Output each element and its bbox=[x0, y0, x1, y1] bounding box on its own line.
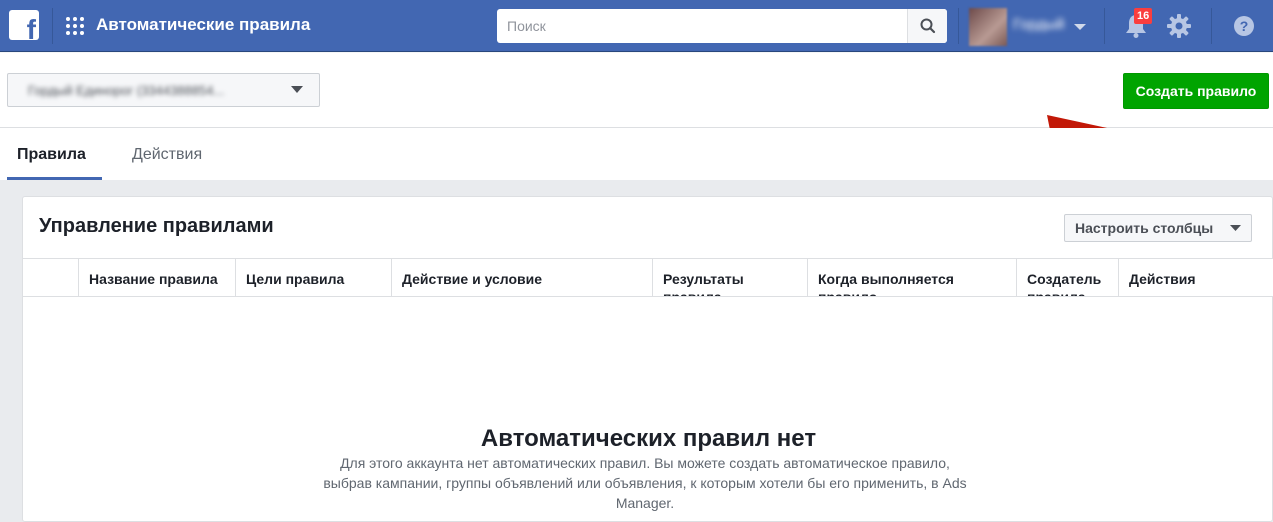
tab-actions[interactable]: Действия bbox=[132, 128, 202, 180]
search-input[interactable] bbox=[497, 9, 905, 43]
column-header-select[interactable] bbox=[23, 259, 78, 296]
notifications-badge: 16 bbox=[1134, 8, 1153, 24]
gear-icon[interactable] bbox=[1167, 14, 1191, 38]
create-rule-button[interactable]: Создать правило bbox=[1123, 73, 1269, 109]
account-selector[interactable]: Гордый Единорог (3344388854... bbox=[7, 73, 320, 107]
panel-title: Управление правилами bbox=[39, 215, 274, 237]
account-bar: Гордый Единорог (3344388854... Создать п… bbox=[0, 53, 1273, 167]
tab-rules[interactable]: Правила bbox=[17, 128, 86, 180]
facebook-logo-icon[interactable]: f bbox=[9, 10, 39, 44]
top-bar: f Автоматические правила Гордый 16 bbox=[0, 0, 1273, 52]
customize-columns-button[interactable]: Настроить столбцы bbox=[1064, 214, 1252, 242]
column-header-targets[interactable]: Цели правила bbox=[235, 259, 391, 296]
search-icon bbox=[920, 18, 936, 34]
user-name[interactable]: Гордый bbox=[1013, 16, 1064, 33]
divider bbox=[1104, 8, 1105, 44]
tab-bar: Правила Действия bbox=[0, 128, 1273, 180]
empty-state-title: Автоматических правил нет bbox=[480, 425, 817, 452]
apps-grid-icon[interactable] bbox=[66, 17, 84, 35]
column-header-action-condition[interactable]: Действие и условие bbox=[391, 259, 652, 296]
divider bbox=[1211, 8, 1212, 44]
search-button[interactable] bbox=[907, 9, 947, 43]
divider bbox=[958, 8, 959, 44]
empty-state-text: Для этого аккаунта нет автоматических пр… bbox=[323, 455, 967, 511]
table-header: Название правила Цели правила Действие и… bbox=[23, 258, 1273, 297]
customize-columns-label: Настроить столбцы bbox=[1075, 220, 1214, 236]
column-header-results[interactable]: Результаты правила bbox=[652, 259, 808, 296]
app-title: Автоматические правила bbox=[96, 15, 311, 34]
help-icon[interactable]: ? bbox=[1233, 15, 1255, 37]
account-name: Гордый Единорог (3344388854... bbox=[28, 83, 225, 98]
column-header-creator[interactable]: Создатель правила bbox=[1016, 259, 1118, 296]
column-header-name[interactable]: Название правила bbox=[78, 259, 235, 296]
column-header-actions[interactable]: Действия bbox=[1118, 259, 1273, 296]
column-header-schedule[interactable]: Когда выполняется правило bbox=[807, 259, 1016, 296]
rules-panel: Управление правилами Настроить столбцы Н… bbox=[22, 196, 1273, 522]
caret-down-icon[interactable] bbox=[1073, 22, 1087, 32]
avatar[interactable] bbox=[969, 8, 1007, 46]
active-tab-indicator bbox=[7, 177, 102, 180]
divider bbox=[52, 8, 53, 44]
caret-down-icon bbox=[1230, 225, 1241, 231]
search-box bbox=[497, 9, 947, 43]
svg-text:?: ? bbox=[1240, 18, 1249, 34]
caret-down-icon bbox=[291, 86, 303, 93]
logo-letter: f bbox=[26, 14, 36, 45]
